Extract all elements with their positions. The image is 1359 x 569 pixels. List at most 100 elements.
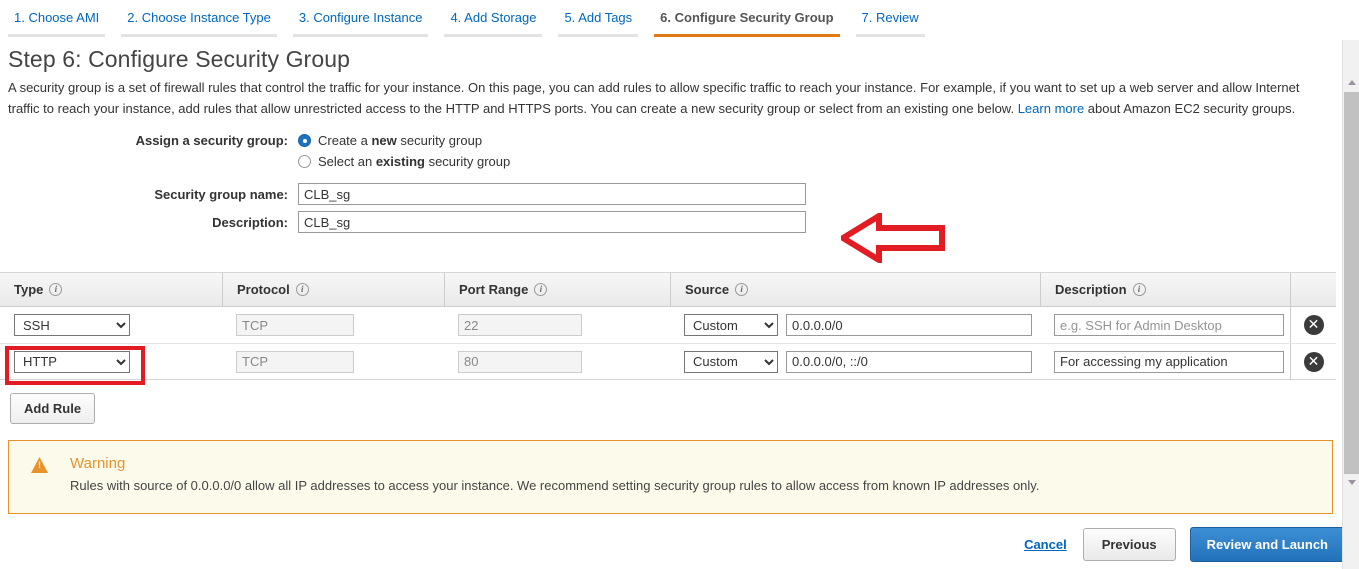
source-info-icon[interactable]: i — [735, 283, 749, 296]
radio-existing-bold: existing — [375, 154, 425, 169]
wizard-step-5-label: 5. Add Tags — [564, 10, 633, 25]
radio-existing-prefix: Select an — [318, 154, 376, 169]
type-info-icon[interactable]: i — [49, 283, 63, 296]
wizard-step-6-label: 6. Configure Security Group — [660, 10, 834, 25]
warning-title: Warning — [70, 455, 126, 472]
add-rule-button[interactable]: Add Rule — [10, 393, 96, 424]
page-scrollbar[interactable] — [1342, 40, 1359, 569]
description-info-icon[interactable]: i — [1132, 283, 1146, 296]
radio-new-bold: new — [371, 133, 397, 148]
security-group-rules-table: Type i Protocol i Port Range i Source i … — [0, 272, 1336, 380]
rule-protocol-cell-0 — [222, 307, 444, 343]
column-header-protocol: Protocol i — [222, 272, 444, 307]
wizard-step-2-label: 2. Choose Instance Type — [127, 10, 271, 25]
scrollbar-up-button[interactable] — [1343, 74, 1359, 91]
assign-row-new: Assign a security group: Create a new se… — [0, 133, 1345, 148]
wizard-step-7[interactable]: 7. Review — [848, 0, 933, 37]
review-and-launch-button[interactable]: Review and Launch — [1189, 527, 1345, 562]
rule-type-cell-0: SSH — [0, 307, 222, 343]
rule-type-select-1[interactable]: HTTP — [14, 350, 130, 373]
column-header-type: Type i — [0, 273, 222, 307]
rule-delete-cell-0: ✕ — [1290, 307, 1336, 343]
scrollbar-down-button[interactable] — [1343, 474, 1359, 491]
warning-banner: Warning Rules with source of 0.0.0.0/0 a… — [8, 440, 1333, 514]
ec2-configure-security-group-page: 1. Choose AMI 2. Choose Instance Type 3.… — [0, 0, 1359, 569]
column-header-delete — [1290, 272, 1336, 307]
rule-description-cell-1 — [1040, 344, 1290, 380]
wizard-step-1[interactable]: 1. Choose AMI — [0, 0, 113, 37]
chevron-up-icon — [1347, 80, 1356, 85]
security-group-name-input[interactable] — [298, 183, 806, 205]
column-header-description-label: Description — [1055, 282, 1127, 297]
wizard-step-3[interactable]: 3. Configure Instance — [285, 0, 437, 37]
wizard-step-1-label: 1. Choose AMI — [14, 10, 100, 25]
rule-source-cell-1: Custom — [670, 344, 1040, 380]
assign-label: Assign a security group: — [135, 133, 288, 148]
rule-port-input-1 — [458, 350, 582, 373]
rule-source-select-0[interactable]: Custom — [684, 314, 778, 336]
column-header-type-label: Type — [14, 282, 44, 297]
wizard-step-7-label: 7. Review — [861, 10, 919, 25]
wizard-step-5[interactable]: 5. Add Tags — [550, 0, 646, 37]
page-content: Step 6: Configure Security Group A secur… — [0, 40, 1345, 239]
rule-delete-cell-1: ✕ — [1290, 343, 1336, 380]
column-header-port-range-label: Port Range — [459, 282, 529, 297]
rule-description-input-1[interactable] — [1054, 350, 1284, 373]
security-group-description-input[interactable] — [298, 211, 806, 233]
radio-new-prefix: Create a — [318, 133, 372, 148]
wizard-step-1-underline — [8, 34, 106, 37]
wizard-step-3-underline — [292, 34, 429, 37]
rule-type-select-0[interactable]: SSH — [14, 314, 130, 336]
wizard-step-4[interactable]: 4. Add Storage — [436, 0, 550, 37]
radio-create-new-group-control[interactable] — [298, 134, 311, 147]
column-header-source-label: Source — [685, 282, 730, 297]
wizard-step-6[interactable]: 6. Configure Security Group — [646, 0, 847, 37]
rule-description-cell-0 — [1040, 307, 1290, 343]
security-group-description-label: Description: — [212, 214, 288, 230]
rule-protocol-cell-1 — [222, 344, 444, 380]
protocol-info-icon[interactable]: i — [295, 283, 309, 296]
rule-protocol-input-1 — [236, 350, 354, 373]
rule-port-cell-1 — [444, 344, 670, 380]
close-circle-icon[interactable]: ✕ — [1303, 351, 1324, 372]
wizard-step-2[interactable]: 2. Choose Instance Type — [113, 0, 285, 37]
rule-source-cell-0: Custom — [670, 307, 1040, 343]
cancel-link[interactable]: Cancel — [1024, 537, 1067, 552]
previous-button[interactable]: Previous — [1082, 528, 1176, 561]
footer-actions: Cancel Previous Review and Launch — [1024, 527, 1345, 562]
close-circle-icon[interactable]: ✕ — [1303, 315, 1324, 335]
warning-text: Rules with source of 0.0.0.0/0 allow all… — [70, 478, 1040, 493]
table-row: SSH Custom ✕ — [0, 307, 1336, 343]
column-header-source: Source i — [670, 272, 1040, 307]
radio-select-existing-group[interactable]: Select an existing security group — [298, 154, 510, 169]
rule-port-input-0 — [458, 314, 582, 336]
wizard-step-5-underline — [558, 34, 639, 37]
radio-select-existing-group-control[interactable] — [298, 155, 311, 168]
column-header-description: Description i — [1040, 272, 1290, 307]
rule-source-select-1[interactable]: Custom — [684, 350, 778, 373]
rule-protocol-input-0 — [236, 314, 354, 336]
rule-port-cell-0 — [444, 307, 670, 343]
table-row: HTTP Custom ✕ — [0, 343, 1336, 380]
wizard-step-7-underline — [855, 34, 925, 37]
assign-security-group-form: Assign a security group: Create a new se… — [0, 133, 1345, 233]
wizard-step-4-label: 4. Add Storage — [450, 10, 537, 25]
rule-description-input-0[interactable] — [1054, 314, 1284, 336]
radio-create-new-group[interactable]: Create a new security group — [298, 133, 482, 148]
security-group-description-row: Description: — [0, 211, 1345, 233]
radio-new-suffix: security group — [396, 133, 483, 148]
page-description-part2: about Amazon EC2 security groups. — [1084, 101, 1296, 116]
rule-type-cell-1: HTTP — [0, 344, 222, 380]
security-group-name-label: Security group name: — [154, 186, 288, 202]
red-annotation-arrow-icon — [841, 213, 945, 263]
port-range-info-icon[interactable]: i — [534, 283, 548, 296]
wizard-step-3-label: 3. Configure Instance — [298, 10, 423, 25]
warning-body: Warning Rules with source of 0.0.0.0/0 a… — [70, 455, 1039, 513]
rule-source-value-input-1[interactable] — [786, 350, 1032, 373]
rule-source-value-input-0[interactable] — [786, 314, 1032, 336]
radio-select-existing-group-label: Select an existing security group — [318, 154, 510, 169]
wizard-steps-bar: 1. Choose AMI 2. Choose Instance Type 3.… — [0, 0, 1359, 38]
learn-more-link[interactable]: Learn more — [1018, 101, 1084, 116]
column-header-protocol-label: Protocol — [237, 282, 290, 297]
scrollbar-thumb[interactable] — [1344, 92, 1359, 487]
